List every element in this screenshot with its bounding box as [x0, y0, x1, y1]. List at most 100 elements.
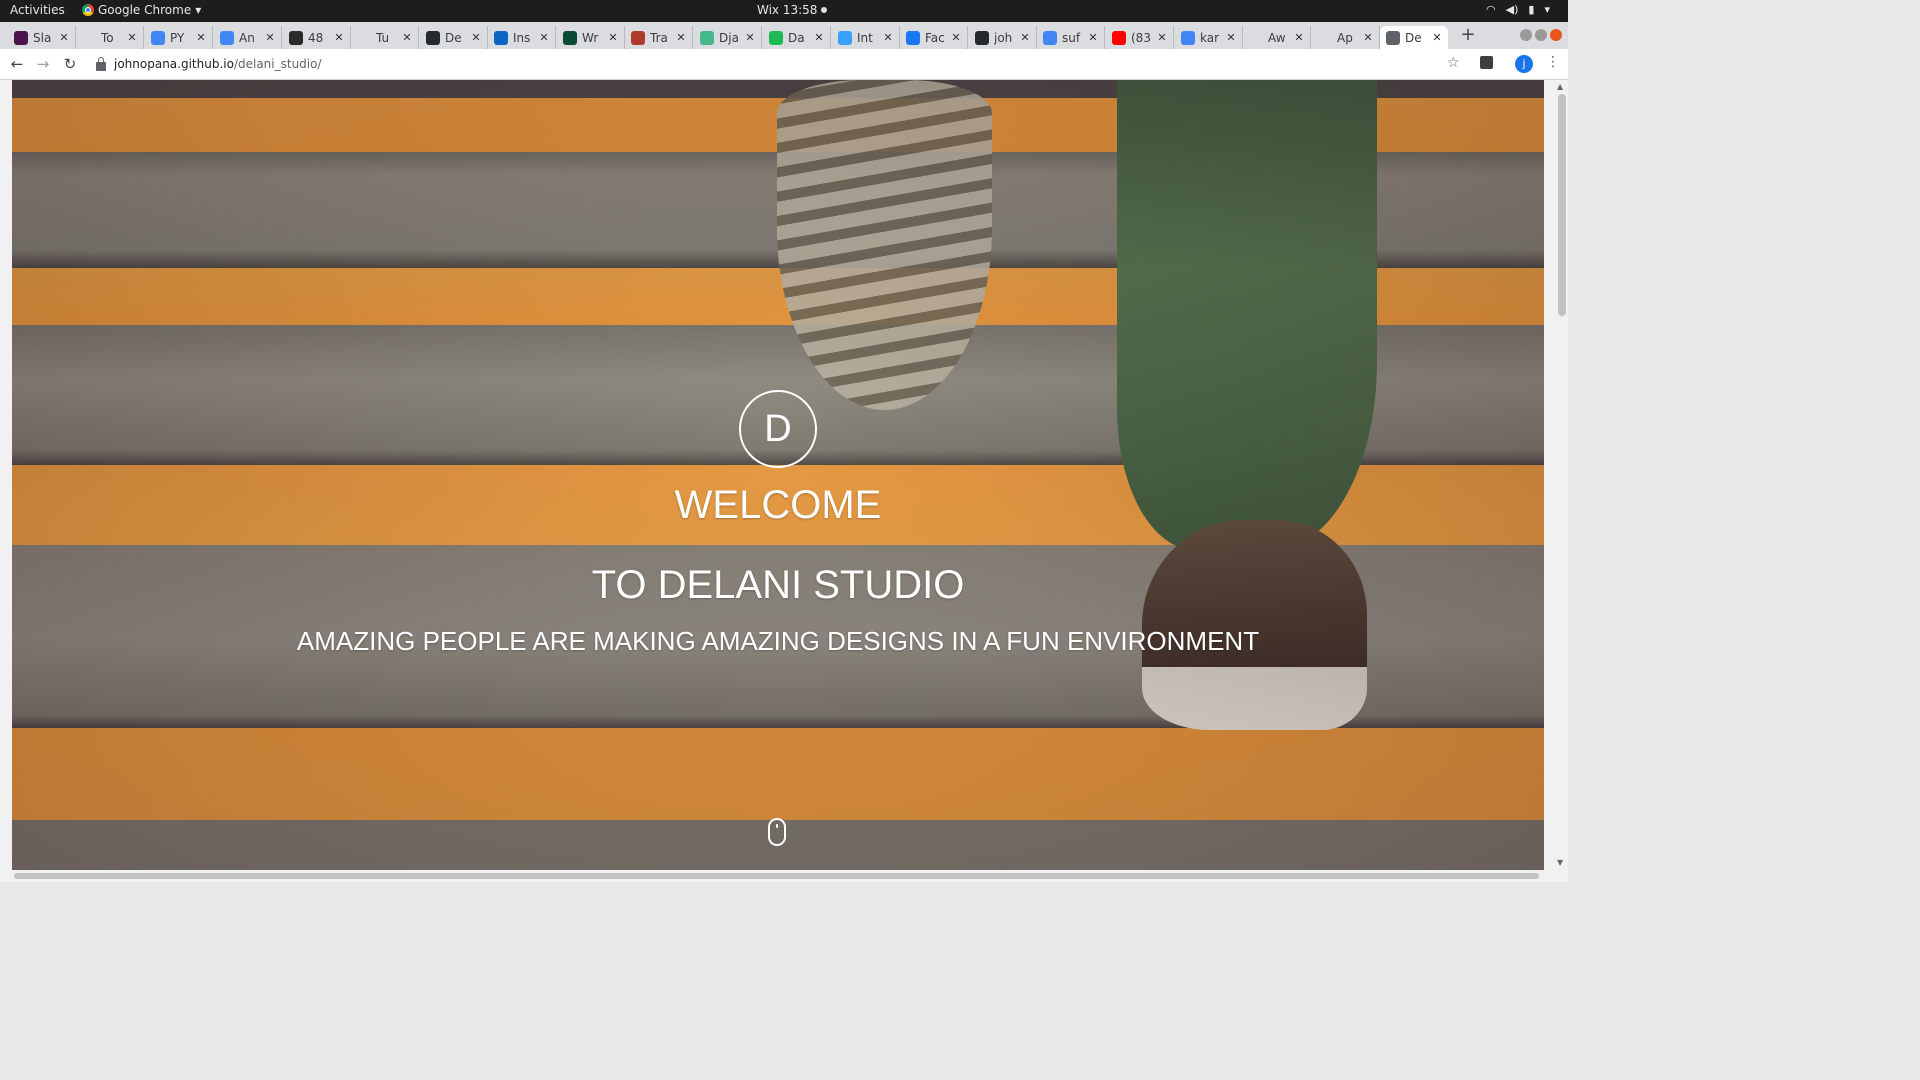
tab-label: Dja: [719, 30, 739, 45]
close-window-button[interactable]: [1550, 29, 1562, 41]
tab-label: Ins: [513, 30, 531, 45]
minimize-button[interactable]: [1520, 29, 1532, 41]
favicon-icon: [1112, 30, 1126, 45]
favicon-icon: [151, 30, 165, 45]
activities-button[interactable]: Activities: [10, 3, 65, 17]
close-tab-icon[interactable]: ✕: [1155, 31, 1169, 44]
close-tab-icon[interactable]: ✕: [1018, 31, 1032, 44]
favicon-icon: [82, 30, 96, 45]
back-button[interactable]: ←: [7, 55, 27, 73]
close-tab-icon[interactable]: ✕: [57, 31, 71, 44]
app-menu-label: Google Chrome: [98, 3, 192, 17]
reload-button[interactable]: ↻: [60, 55, 80, 73]
maximize-button[interactable]: [1535, 29, 1547, 41]
browser-tab[interactable]: PY ✕: [145, 26, 213, 49]
lock-icon: [96, 56, 106, 71]
browser-tab[interactable]: 48 ✕: [283, 26, 351, 49]
browser-tab[interactable]: Sla ✕: [8, 26, 76, 49]
browser-tab[interactable]: Aw ✕: [1243, 26, 1311, 49]
browser-tab[interactable]: kar ✕: [1175, 26, 1243, 49]
horizontal-scrollbar[interactable]: [0, 870, 1555, 882]
close-tab-icon[interactable]: ✕: [469, 31, 483, 44]
browser-tab[interactable]: To ✕: [76, 26, 144, 49]
os-top-bar: Activities Google Chrome ▾ Wix 13:58 ◠ ◀…: [0, 0, 1568, 22]
close-tab-icon[interactable]: ✕: [1086, 31, 1100, 44]
browser-tab[interactable]: Ins ✕: [488, 26, 556, 49]
app-menu[interactable]: Google Chrome ▾: [82, 3, 201, 17]
system-tray[interactable]: ◠ ◀) ▮ ▾: [1486, 3, 1550, 16]
tab-label: An: [239, 30, 255, 45]
browser-tab[interactable]: De ✕: [1380, 26, 1448, 49]
tab-label: Int: [857, 30, 873, 45]
hero-tagline: AMAZING PEOPLE ARE MAKING AMAZING DESIGN…: [296, 626, 1260, 656]
favicon-icon: [1386, 30, 1400, 45]
close-tab-icon[interactable]: ✕: [674, 31, 688, 44]
scroll-down-icon[interactable]: ▼: [1557, 858, 1563, 867]
browser-tab[interactable]: Da ✕: [763, 26, 831, 49]
hero-heading-welcome: WELCOME: [674, 483, 882, 527]
profile-avatar[interactable]: j: [1515, 55, 1533, 73]
browser-tab[interactable]: suf ✕: [1037, 26, 1105, 49]
mouse-scroll-icon[interactable]: [768, 818, 786, 846]
scrollbar-thumb[interactable]: [1558, 94, 1566, 316]
favicon-icon: [1318, 30, 1332, 45]
browser-tab[interactable]: De ✕: [420, 26, 488, 49]
tab-label: Ap: [1337, 30, 1353, 45]
address-bar[interactable]: johnopana.github.io/delani_studio/: [88, 52, 1468, 76]
favicon-icon: [289, 30, 303, 45]
close-tab-icon[interactable]: ✕: [1430, 31, 1444, 44]
browser-toolbar: ← → ↻ johnopana.github.io/delani_studio/…: [0, 49, 1568, 80]
browser-tab[interactable]: Ap ✕: [1312, 26, 1380, 49]
close-tab-icon[interactable]: ✕: [125, 31, 139, 44]
tab-label: Wr: [582, 30, 599, 45]
close-tab-icon[interactable]: ✕: [743, 31, 757, 44]
tab-label: suf: [1062, 30, 1081, 45]
tab-label: De: [1405, 30, 1422, 45]
browser-tab[interactable]: joh ✕: [969, 26, 1037, 49]
close-tab-icon[interactable]: ✕: [606, 31, 620, 44]
favicon-icon: [426, 30, 440, 45]
close-tab-icon[interactable]: ✕: [1224, 31, 1238, 44]
scrollbar-thumb[interactable]: [14, 873, 1539, 879]
browser-tab[interactable]: Fac ✕: [900, 26, 968, 49]
close-tab-icon[interactable]: ✕: [263, 31, 277, 44]
browser-tab[interactable]: Dja ✕: [694, 26, 762, 49]
favicon-icon: [1249, 30, 1263, 45]
favicon-icon: [220, 30, 234, 45]
bookmark-star-icon[interactable]: ☆: [1447, 55, 1460, 71]
browser-tab[interactable]: (83 ✕: [1106, 26, 1174, 49]
forward-button[interactable]: →: [33, 55, 53, 73]
close-tab-icon[interactable]: ✕: [949, 31, 963, 44]
close-tab-icon[interactable]: ✕: [400, 31, 414, 44]
browser-tab[interactable]: Tra ✕: [625, 26, 693, 49]
new-tab-button[interactable]: +: [1458, 24, 1478, 45]
browser-tab[interactable]: Wr ✕: [557, 26, 625, 49]
tab-label: 48: [308, 30, 324, 45]
tab-label: PY: [170, 30, 185, 45]
scroll-up-icon[interactable]: ▲: [1557, 82, 1563, 91]
close-tab-icon[interactable]: ✕: [332, 31, 346, 44]
close-tab-icon[interactable]: ✕: [1292, 31, 1306, 44]
battery-icon: ▮: [1528, 3, 1535, 16]
logo-badge: D: [739, 390, 817, 468]
close-tab-icon[interactable]: ✕: [812, 31, 826, 44]
close-tab-icon[interactable]: ✕: [537, 31, 551, 44]
window-controls: [1520, 29, 1562, 41]
chrome-menu-icon[interactable]: ⋮: [1546, 54, 1560, 70]
favicon-icon: [1043, 30, 1057, 45]
browser-tab[interactable]: An ✕: [214, 26, 282, 49]
favicon-icon: [769, 30, 783, 45]
browser-tab[interactable]: Int ✕: [832, 26, 900, 49]
clock[interactable]: Wix 13:58: [757, 3, 828, 17]
close-tab-icon[interactable]: ✕: [881, 31, 895, 44]
tab-label: Tu: [376, 30, 390, 45]
chrome-icon: [82, 4, 94, 16]
tab-label: joh: [994, 30, 1013, 45]
extension-icon[interactable]: [1480, 56, 1493, 69]
close-tab-icon[interactable]: ✕: [1361, 31, 1375, 44]
vertical-scrollbar[interactable]: ▲ ▼: [1555, 80, 1568, 870]
close-tab-icon[interactable]: ✕: [194, 31, 208, 44]
browser-tab[interactable]: Tu ✕: [351, 26, 419, 49]
tab-strip: Sla ✕ To ✕ PY ✕ An ✕ 48 ✕ Tu ✕ De ✕ Ins ✕ Wr ✕ Tra ✕ Dja ✕ Da ✕…: [0, 22, 1568, 49]
tab-label: Sla: [33, 30, 52, 45]
